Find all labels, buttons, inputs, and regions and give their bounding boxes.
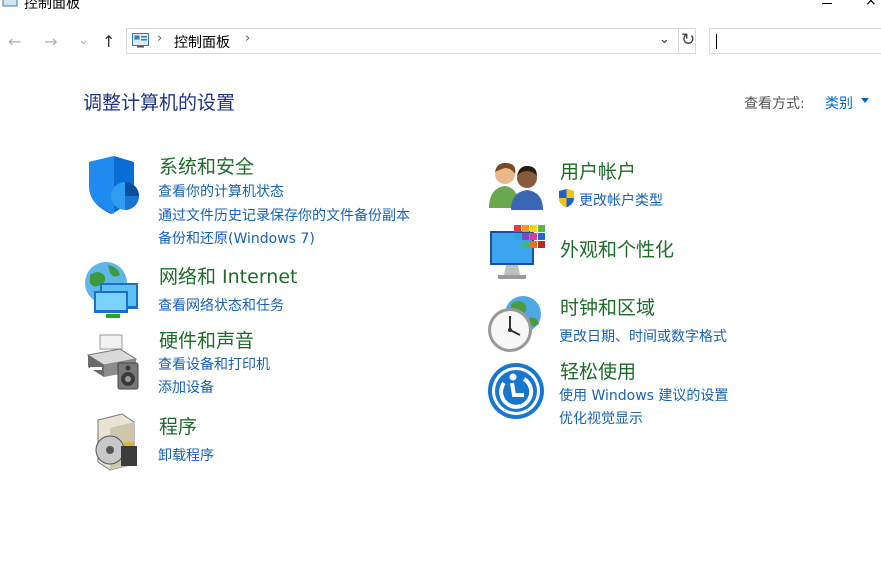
address-bar[interactable]: › 控制面板 › ⌄ ↻: [126, 28, 696, 54]
category-user-accounts[interactable]: 用户帐户: [560, 157, 636, 184]
link-uninstall-program[interactable]: 卸载程序: [158, 445, 214, 465]
network-globe-icon[interactable]: [84, 261, 144, 321]
close-button[interactable]: ×: [865, 0, 877, 9]
link-devices-printers[interactable]: 查看设备和打印机: [158, 354, 270, 374]
divider: [678, 29, 679, 53]
monitor-palette-icon[interactable]: [488, 225, 548, 285]
category-clock-region[interactable]: 时钟和区域: [560, 293, 655, 320]
users-icon[interactable]: [487, 158, 547, 218]
category-network-internet[interactable]: 网络和 Internet: [159, 262, 297, 289]
category-system-security[interactable]: 系统和安全: [159, 152, 254, 179]
view-by-dropdown[interactable]: 类别: [825, 93, 853, 113]
programs-icon[interactable]: [88, 412, 148, 472]
uac-shield-icon: [559, 189, 574, 208]
recent-locations-button[interactable]: ⌄: [78, 29, 89, 53]
page-title: 调整计算机的设置: [83, 92, 236, 114]
link-change-account-type[interactable]: 更改帐户类型: [579, 190, 663, 210]
clock-globe-icon[interactable]: [485, 294, 545, 354]
search-box[interactable]: [709, 28, 881, 55]
link-backup-restore[interactable]: 备份和还原(Windows 7): [158, 228, 315, 248]
category-appearance-personalization[interactable]: 外观和个性化: [560, 235, 674, 262]
control-panel-icon: [2, 0, 18, 7]
up-button[interactable]: ↑: [102, 30, 115, 54]
category-ease-of-access[interactable]: 轻松使用: [560, 357, 636, 384]
view-by-label: 查看方式:: [744, 96, 805, 112]
address-dropdown-button[interactable]: ⌄: [659, 32, 670, 47]
ease-of-access-icon[interactable]: [486, 361, 546, 421]
breadcrumb-separator[interactable]: ›: [157, 31, 162, 46]
link-view-computer-status[interactable]: 查看你的计算机状态: [158, 181, 284, 201]
breadcrumb-control-panel[interactable]: 控制面板: [174, 32, 230, 52]
link-file-history-backup[interactable]: 通过文件历史记录保存你的文件备份副本: [158, 205, 410, 225]
link-optimize-visual-display[interactable]: 优化视觉显示: [559, 408, 643, 428]
title-bar: 控制面板 ×: [0, 0, 881, 14]
link-recommended-settings[interactable]: 使用 Windows 建议的设置: [559, 385, 728, 405]
back-button[interactable]: ←: [8, 30, 21, 54]
printer-icon[interactable]: [84, 333, 144, 393]
text-cursor: [716, 34, 717, 49]
minimize-button[interactable]: [822, 0, 832, 4]
refresh-button[interactable]: ↻: [681, 30, 695, 50]
link-add-device[interactable]: 添加设备: [158, 377, 214, 397]
chevron-down-icon[interactable]: [861, 98, 869, 103]
link-network-status-tasks[interactable]: 查看网络状态和任务: [158, 295, 284, 315]
category-programs[interactable]: 程序: [159, 412, 197, 439]
search-input[interactable]: [710, 29, 881, 55]
window-title: 控制面板: [24, 0, 80, 12]
shield-icon[interactable]: [84, 156, 144, 216]
breadcrumb-separator[interactable]: ›: [245, 31, 250, 46]
forward-button[interactable]: →: [44, 30, 57, 54]
control-panel-icon: [132, 33, 149, 48]
category-hardware-sound[interactable]: 硬件和声音: [159, 326, 254, 353]
link-change-date-time-format[interactable]: 更改日期、时间或数字格式: [559, 326, 727, 346]
